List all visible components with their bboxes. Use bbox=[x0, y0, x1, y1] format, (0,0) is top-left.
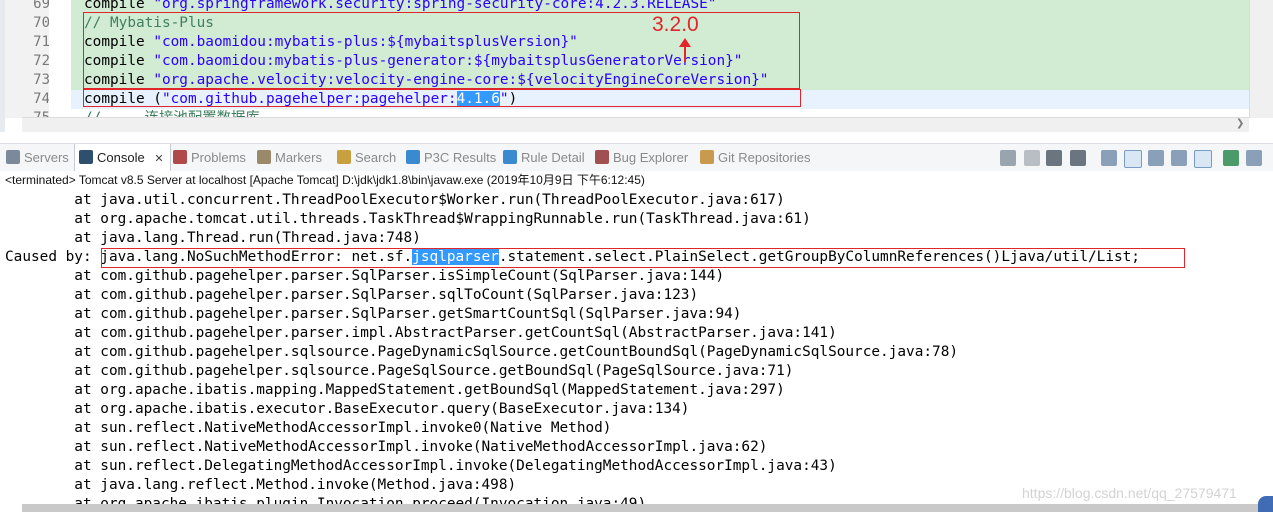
tab-label: Servers bbox=[24, 150, 69, 165]
tab-label: Git Repositories bbox=[718, 150, 811, 165]
console-line: at sun.reflect.DelegatingMethodAccessorI… bbox=[5, 458, 837, 474]
scroll-right-icon[interactable]: ❯ bbox=[1236, 118, 1244, 129]
show-on-error-icon[interactable] bbox=[1194, 150, 1212, 168]
tab-label: Problems bbox=[191, 150, 246, 165]
annotation-version-label: 3.2.0 bbox=[652, 13, 699, 36]
line-number: 69 bbox=[33, 0, 50, 12]
console-line: at com.github.pagehelper.parser.SqlParse… bbox=[5, 268, 725, 284]
console-line: at com.github.pagehelper.sqlsource.PageS… bbox=[5, 363, 794, 379]
tab-label: Bug Explorer bbox=[613, 150, 689, 165]
tab-markers[interactable]: Markers bbox=[257, 144, 322, 171]
markers-icon bbox=[257, 150, 271, 164]
p3c-results-icon bbox=[406, 150, 420, 164]
pin-console-icon[interactable] bbox=[1000, 150, 1016, 166]
tab-p3c-results[interactable]: P3C Results bbox=[406, 144, 496, 171]
tab-git-repositories[interactable]: Git Repositories bbox=[700, 144, 810, 171]
tab-rule-detail[interactable]: Rule Detail bbox=[503, 144, 585, 171]
rule-detail-icon bbox=[503, 150, 517, 164]
tab-label: P3C Results bbox=[424, 150, 497, 165]
scroll-lock-icon[interactable] bbox=[1124, 150, 1142, 168]
code-keyword: compile bbox=[84, 0, 154, 12]
remove-launch-icon[interactable] bbox=[1046, 150, 1062, 166]
bug-explorer-icon bbox=[595, 150, 609, 164]
tab-console[interactable]: Console ✕ bbox=[74, 144, 171, 171]
tab-label: Markers bbox=[275, 150, 322, 165]
search-icon bbox=[337, 150, 351, 164]
console-line: at java.lang.Thread.run(Thread.java:748) bbox=[5, 230, 421, 246]
word-wrap-icon[interactable] bbox=[1148, 150, 1164, 166]
display-console-icon[interactable] bbox=[1223, 150, 1239, 166]
console-line: at com.github.pagehelper.parser.SqlParse… bbox=[5, 287, 699, 303]
code-editor[interactable]: 69 70 71 72 73 74 75 compile "org.spring… bbox=[0, 0, 1273, 132]
console-icon bbox=[79, 150, 93, 164]
console-line: at com.github.pagehelper.parser.SqlParse… bbox=[5, 306, 742, 322]
editor-ruler bbox=[49, 0, 71, 118]
console-line: at com.github.pagehelper.parser.impl.Abs… bbox=[5, 325, 837, 341]
tab-bug-explorer[interactable]: Bug Explorer bbox=[595, 144, 688, 171]
console-line: at sun.reflect.NativeMethodAccessorImpl.… bbox=[5, 420, 612, 436]
console-line: at java.util.concurrent.ThreadPoolExecut… bbox=[5, 192, 785, 208]
annotation-arrow-icon bbox=[679, 38, 691, 62]
code-string: "org.springframework.security:spring-sec… bbox=[153, 0, 717, 12]
console-line: at java.lang.reflect.Method.invoke(Metho… bbox=[5, 477, 517, 493]
corner-badge bbox=[1258, 496, 1273, 512]
problems-icon bbox=[173, 150, 187, 164]
line-number-gutter: 69 70 71 72 73 74 75 bbox=[5, 0, 50, 126]
line-number: 74 bbox=[33, 91, 50, 107]
editor-horizontal-scrollbar[interactable]: ❯ bbox=[22, 117, 1249, 132]
views-tab-bar: Servers Console ✕ Problems Markers Searc… bbox=[0, 143, 1273, 172]
show-on-output-icon[interactable] bbox=[1171, 150, 1187, 166]
tab-servers[interactable]: Servers bbox=[6, 144, 69, 171]
line-number: 71 bbox=[33, 34, 50, 50]
console-line: at sun.reflect.NativeMethodAccessorImpl.… bbox=[5, 439, 768, 455]
editor-vertical-scrollbar[interactable] bbox=[1249, 0, 1273, 118]
tab-label: Rule Detail bbox=[521, 150, 585, 165]
console-line: at org.apache.tomcat.util.threads.TaskTh… bbox=[5, 211, 811, 227]
close-icon[interactable]: ✕ bbox=[154, 153, 163, 165]
line-number: 70 bbox=[33, 15, 50, 31]
tab-problems[interactable]: Problems bbox=[173, 144, 246, 171]
terminate-icon[interactable] bbox=[1024, 150, 1040, 166]
annotation-box-error bbox=[101, 248, 1185, 268]
clear-console-icon[interactable] bbox=[1101, 150, 1117, 166]
line-number: 73 bbox=[33, 72, 50, 88]
console-line: at org.apache.ibatis.executor.BaseExecut… bbox=[5, 401, 690, 417]
servers-icon bbox=[6, 150, 20, 164]
console-line: at com.github.pagehelper.sqlsource.PageD… bbox=[5, 344, 959, 360]
tab-label: Console bbox=[97, 150, 145, 165]
open-console-icon[interactable] bbox=[1246, 150, 1262, 166]
watermark: https://blog.csdn.net/qq_27579471 bbox=[1022, 485, 1237, 501]
console-status-line: <terminated> Tomcat v8.5 Server at local… bbox=[0, 171, 1273, 190]
remove-all-terminated-icon[interactable] bbox=[1070, 150, 1086, 166]
console-output[interactable]: at java.util.concurrent.ThreadPoolExecut… bbox=[0, 191, 1273, 512]
tab-search[interactable]: Search bbox=[337, 144, 396, 171]
console-horizontal-scrollbar[interactable] bbox=[22, 504, 1258, 512]
console-line: at org.apache.ibatis.mapping.MappedState… bbox=[5, 382, 785, 398]
git-repositories-icon bbox=[700, 150, 714, 164]
tab-label: Search bbox=[355, 150, 397, 165]
line-number: 72 bbox=[33, 53, 50, 69]
annotation-box-pagehelper bbox=[83, 89, 801, 107]
